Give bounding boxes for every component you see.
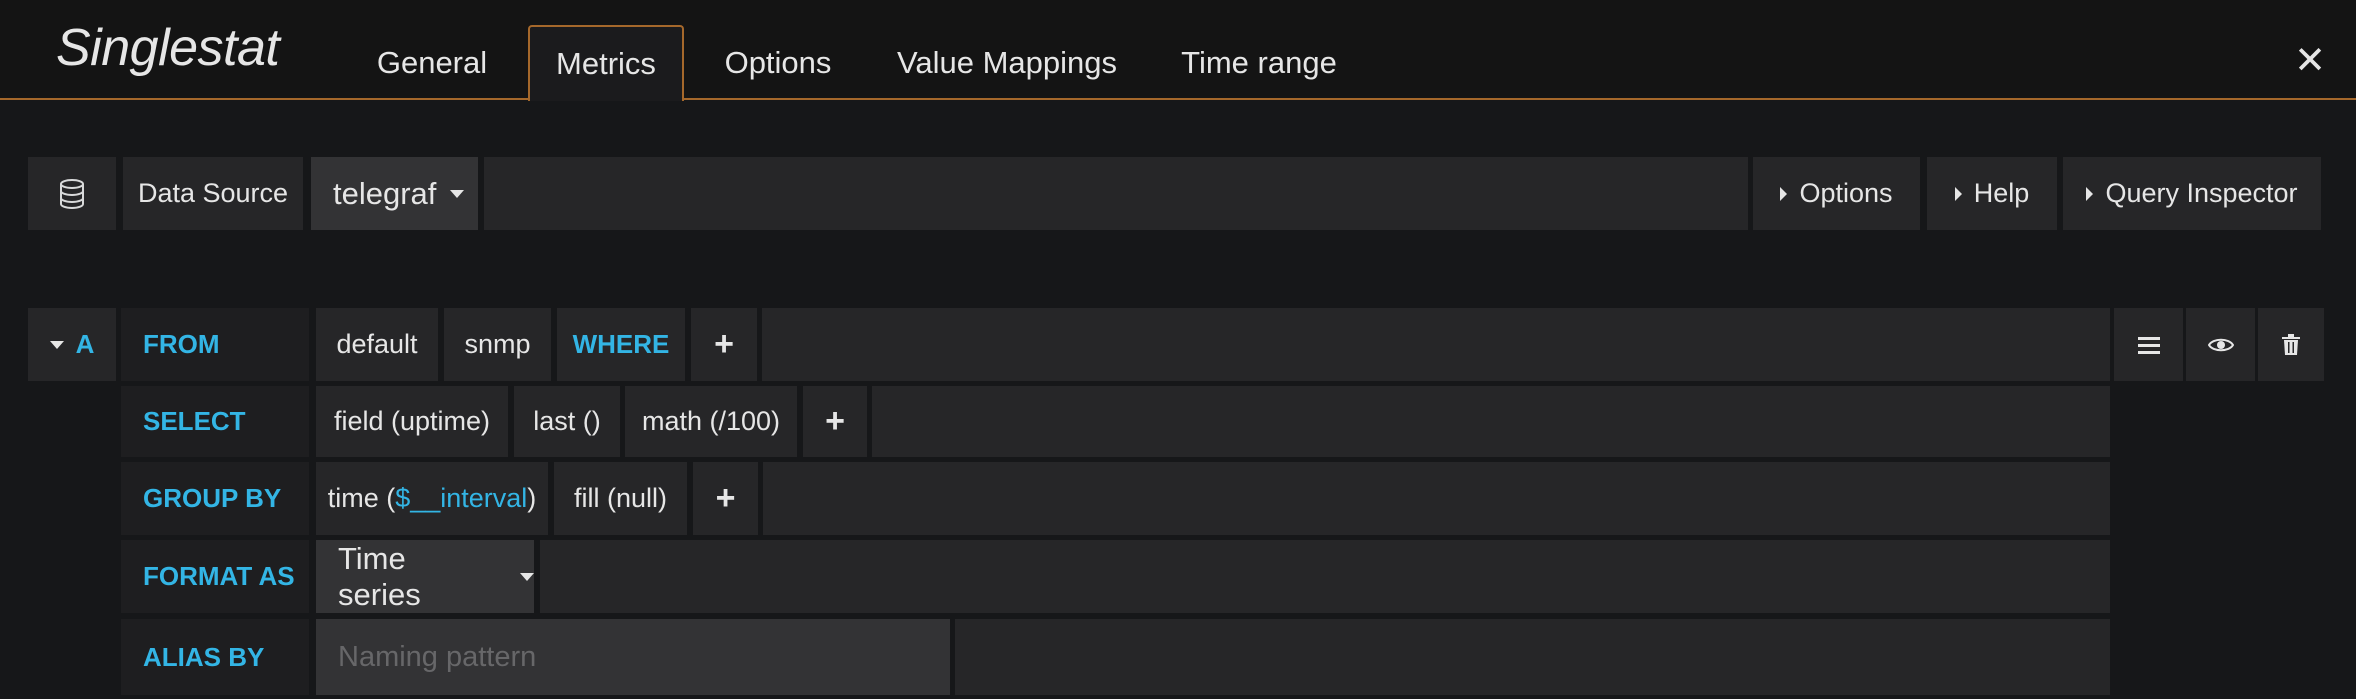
add-where-button[interactable]: + [691, 308, 757, 381]
from-policy[interactable]: default [316, 308, 438, 381]
alias-by-input[interactable]: Naming pattern [316, 619, 950, 695]
select-field-part[interactable]: field (uptime) [316, 386, 508, 457]
tab-options[interactable]: Options [710, 26, 846, 100]
alias-by-keyword: ALIAS BY [121, 619, 309, 695]
panel-title: Singlestat [56, 19, 280, 77]
options-toggle-label: Options [1799, 178, 1893, 208]
group-by-time-interval: $__interval [395, 483, 528, 513]
add-group-by-button[interactable]: + [693, 462, 758, 535]
datasource-filler [484, 157, 1748, 230]
query-collapse-toggle[interactable]: A [28, 308, 116, 381]
from-filler [762, 308, 2110, 381]
format-as-select[interactable]: Time series [316, 540, 534, 613]
group-by-time-suffix: ) [527, 483, 537, 513]
from-keyword: FROM [121, 308, 309, 381]
select-math-part[interactable]: math (/100) [625, 386, 797, 457]
query-inspector-label: Query Inspector [2105, 178, 2298, 208]
select-filler [872, 386, 2110, 457]
tab-time-range[interactable]: Time range [1168, 26, 1350, 100]
datasource-label: Data Source [123, 157, 303, 230]
tab-metrics[interactable]: Metrics [528, 25, 684, 101]
group-by-time-prefix: time ( [327, 483, 396, 513]
format-as-filler [540, 540, 2110, 613]
chevron-right-icon [1954, 186, 1962, 201]
group-by-time-part[interactable]: time ($__interval) [316, 462, 548, 535]
query-inspector-button[interactable]: Query Inspector [2063, 157, 2321, 230]
close-icon[interactable]: ✕ [2294, 38, 2326, 83]
group-by-keyword: GROUP BY [121, 462, 309, 535]
select-aggregate-part[interactable]: last () [514, 386, 620, 457]
database-icon [28, 157, 116, 230]
tab-general[interactable]: General [360, 26, 504, 100]
datasource-select[interactable]: telegraf [311, 157, 478, 230]
chevron-down-icon [520, 572, 534, 581]
where-keyword: WHERE [557, 308, 685, 381]
help-toggle-button[interactable]: Help [1927, 157, 2057, 230]
chevron-down-icon [450, 189, 465, 198]
select-keyword: SELECT [121, 386, 309, 457]
trash-icon[interactable] [2258, 308, 2324, 381]
chevron-right-icon [2086, 186, 2094, 201]
chevron-down-icon [49, 340, 64, 349]
eye-icon[interactable] [2186, 308, 2255, 381]
tab-value-mappings[interactable]: Value Mappings [884, 26, 1130, 100]
chevron-right-icon [1780, 186, 1788, 201]
query-ref-id: A [75, 329, 95, 359]
format-as-value: Time series [338, 540, 421, 612]
add-select-button[interactable]: + [803, 386, 867, 457]
format-as-keyword: FORMAT AS [121, 540, 309, 613]
group-by-fill-part[interactable]: fill (null) [554, 462, 687, 535]
datasource-value: telegraf [333, 175, 437, 211]
menu-icon[interactable] [2114, 308, 2183, 381]
alias-by-filler [955, 619, 2110, 695]
panel-header: Singlestat General Metrics Options Value… [0, 0, 2356, 101]
from-measurement[interactable]: snmp [444, 308, 551, 381]
help-toggle-label: Help [1973, 178, 2030, 208]
options-toggle-button[interactable]: Options [1753, 157, 1920, 230]
group-by-filler [763, 462, 2110, 535]
